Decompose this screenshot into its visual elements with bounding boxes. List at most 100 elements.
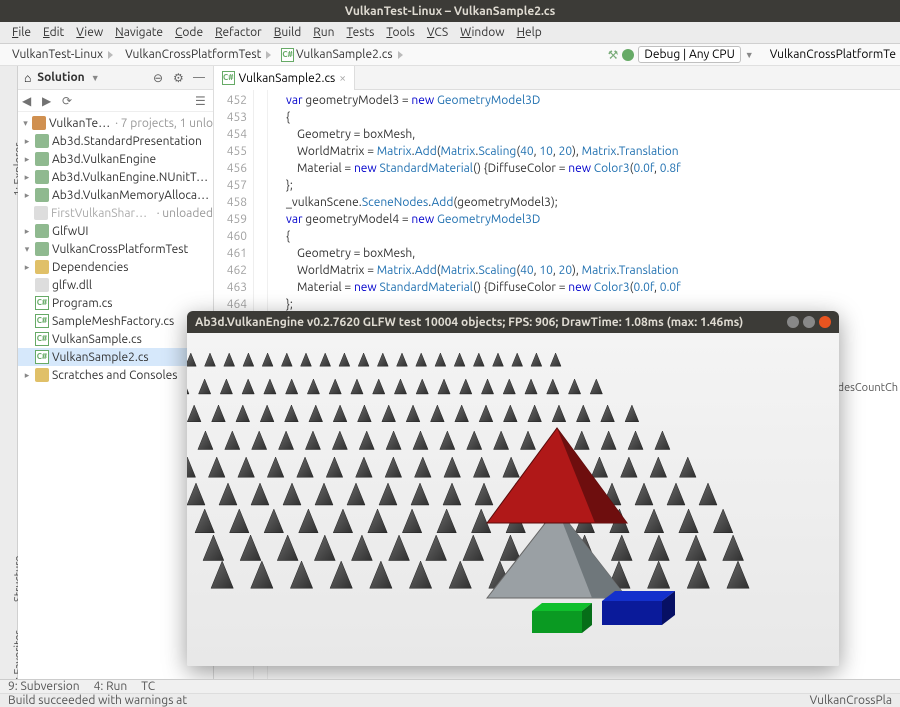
lib-icon — [35, 188, 49, 202]
tree-label: Program.cs — [52, 297, 112, 310]
breadcrumb-item[interactable]: VulkanCrossPlatformTest — [117, 48, 273, 61]
expand-icon[interactable]: ▸ — [22, 154, 32, 164]
menu-help[interactable]: Help — [511, 26, 548, 39]
close-tab-icon[interactable]: × — [339, 72, 346, 85]
left-tool-rail: 1: Explorer Structure 2: Favorites — [0, 66, 18, 679]
menu-view[interactable]: View — [70, 26, 109, 39]
menu-navigate[interactable]: Navigate — [109, 26, 169, 39]
chevron-right-icon — [398, 51, 403, 59]
window-titlebar: VulkanTest-Linux – VulkanSample2.cs — [0, 0, 900, 22]
dropdown-icon[interactable]: ▼ — [745, 50, 754, 60]
expand-icon[interactable]: ▸ — [22, 136, 32, 146]
expand-icon[interactable]: ▾ — [22, 118, 29, 128]
expand-icon[interactable] — [22, 316, 32, 326]
main-menu: FileEditViewNavigateCodeRefactorBuildRun… — [0, 22, 900, 44]
tree-node[interactable]: ▾ VulkanTest-Linux · 7 projects, 1 unlo — [18, 114, 213, 132]
menu-file[interactable]: File — [6, 26, 37, 39]
config-selector[interactable]: Debug | Any CPU — [638, 46, 740, 63]
breadcrumb-right-overflow[interactable]: VulkanCrossPlatformTe — [770, 48, 896, 61]
cs-icon — [35, 332, 49, 346]
solution-tree[interactable]: ▾VulkanTest-Linux · 7 projects, 1 unlo▸A… — [18, 112, 213, 386]
bug-icon[interactable] — [622, 49, 634, 61]
toolwin-subversion[interactable]: 9: Subversion — [8, 680, 80, 693]
dropdown-icon[interactable]: ▼ — [91, 73, 100, 83]
expand-icon[interactable]: ▸ — [22, 226, 32, 236]
tree-node[interactable]: ▸GlfwUI — [18, 222, 213, 240]
tree-node[interactable]: Program.cs — [18, 294, 213, 312]
menu-vcs[interactable]: VCS — [421, 26, 454, 39]
tree-label: FirstVulkanSharpTest — [51, 207, 154, 220]
solution-panel-header: ⌂ Solution ▼ ⊖ ⚙ — — [18, 66, 213, 90]
menu-code[interactable]: Code — [169, 26, 209, 39]
editor-tabstrip: VulkanSample2.cs × — [214, 66, 900, 90]
breadcrumb-label: VulkanTest-Linux — [12, 48, 103, 61]
render-svg — [187, 333, 839, 666]
tree-node[interactable]: SampleMeshFactory.cs — [18, 312, 213, 330]
menu-window[interactable]: Window — [454, 26, 510, 39]
cs-icon — [281, 48, 294, 62]
breadcrumb-item[interactable]: VulkanSample2.cs — [275, 48, 404, 62]
tree-label: Ab3d.VulkanMemoryAllocator — [52, 189, 213, 202]
expand-icon[interactable]: ▸ — [22, 190, 32, 200]
fwd-icon[interactable]: ▶ — [42, 94, 56, 108]
tree-label: SampleMeshFactory.cs — [52, 315, 174, 328]
expand-icon[interactable] — [22, 334, 32, 344]
cs-icon — [35, 296, 49, 310]
vulkan-test-window[interactable]: Ab3d.VulkanEngine v0.2.7620 GLFW test 10… — [187, 311, 839, 666]
gear-icon[interactable]: ⚙ — [173, 71, 187, 85]
expand-icon[interactable] — [22, 208, 31, 218]
tree-node[interactable]: ▸Ab3d.VulkanEngine.NUnitTests — [18, 168, 213, 186]
status-bar: 9: Subversion 4: Run TC Build succeeded … — [0, 679, 900, 707]
menu-build[interactable]: Build — [268, 26, 308, 39]
tree-node[interactable]: ▸ Ab3d.VulkanMemoryAllocator — [18, 186, 213, 204]
tree-label: VulkanCrossPlatformTest — [52, 243, 188, 256]
tree-node[interactable]: VulkanSample2.cs — [18, 348, 213, 366]
proj-icon — [32, 116, 46, 130]
expand-icon[interactable] — [22, 298, 32, 308]
collapse-icon[interactable]: ⊖ — [153, 71, 167, 85]
toolwin-tc[interactable]: TC — [141, 680, 155, 693]
tree-node[interactable]: ▾ VulkanCrossPlatformTest — [18, 240, 213, 258]
tree-suffix: · unloaded — [157, 207, 213, 220]
expand-icon[interactable] — [22, 280, 32, 290]
menu-tests[interactable]: Tests — [341, 26, 381, 39]
breadcrumb-bar: VulkanTest-LinuxVulkanCrossPlatformTestV… — [0, 44, 900, 66]
toolwin-run[interactable]: 4: Run — [94, 680, 128, 693]
tree-node[interactable]: ▸Ab3d.VulkanEngine — [18, 150, 213, 168]
breadcrumb-item[interactable]: VulkanTest-Linux — [4, 48, 115, 61]
solution-panel-title: Solution — [37, 71, 84, 84]
tree-node[interactable]: glfw.dll — [18, 276, 213, 294]
tree-node[interactable]: ▸ Scratches and Consoles — [18, 366, 213, 384]
menu-tools[interactable]: Tools — [380, 26, 421, 39]
back-icon[interactable]: ◀ — [22, 94, 36, 108]
menu-refactor[interactable]: Refactor — [209, 26, 268, 39]
vulkan-window-titlebar[interactable]: Ab3d.VulkanEngine v0.2.7620 GLFW test 10… — [187, 311, 839, 333]
cs-icon — [35, 350, 49, 364]
hammer-icon[interactable]: ⚒ — [608, 48, 619, 62]
solution-explorer-panel: ⌂ Solution ▼ ⊖ ⚙ — ◀ ▶ ⟳ ☰ ▾ VulkanTest-L… — [18, 66, 214, 679]
tree-node[interactable]: ▸ Dependencies — [18, 258, 213, 276]
tree-node[interactable]: VulkanSample.cs — [18, 330, 213, 348]
expand-icon[interactable] — [22, 352, 32, 362]
tree-label: Scratches and Consoles — [52, 369, 178, 382]
tree-label: Dependencies — [52, 261, 128, 274]
home-icon[interactable]: ⌂ — [24, 71, 31, 85]
expand-icon[interactable]: ▸ — [22, 370, 32, 380]
lib-icon — [35, 170, 49, 184]
maximize-icon[interactable] — [803, 316, 815, 328]
expand-icon[interactable]: ▾ — [22, 244, 32, 254]
tree-node[interactable]: FirstVulkanSharpTest · unloaded — [18, 204, 213, 222]
editor-tab-vulkansample2[interactable]: VulkanSample2.cs × — [214, 66, 355, 90]
minimize-icon[interactable] — [787, 316, 799, 328]
close-icon[interactable] — [819, 316, 831, 328]
menu-run[interactable]: Run — [307, 26, 340, 39]
sync-icon[interactable]: ⟳ — [62, 94, 76, 108]
expand-icon[interactable]: ▸ — [22, 262, 32, 272]
filter-icon[interactable]: ☰ — [195, 94, 209, 108]
menu-edit[interactable]: Edit — [37, 26, 70, 39]
tree-label: VulkanTest-Linux — [49, 117, 112, 130]
tree-suffix: · 7 projects, 1 unlo — [115, 117, 213, 130]
hide-icon[interactable]: — — [193, 71, 207, 85]
expand-icon[interactable]: ▸ — [22, 172, 32, 182]
tree-node[interactable]: ▸Ab3d.StandardPresentation — [18, 132, 213, 150]
